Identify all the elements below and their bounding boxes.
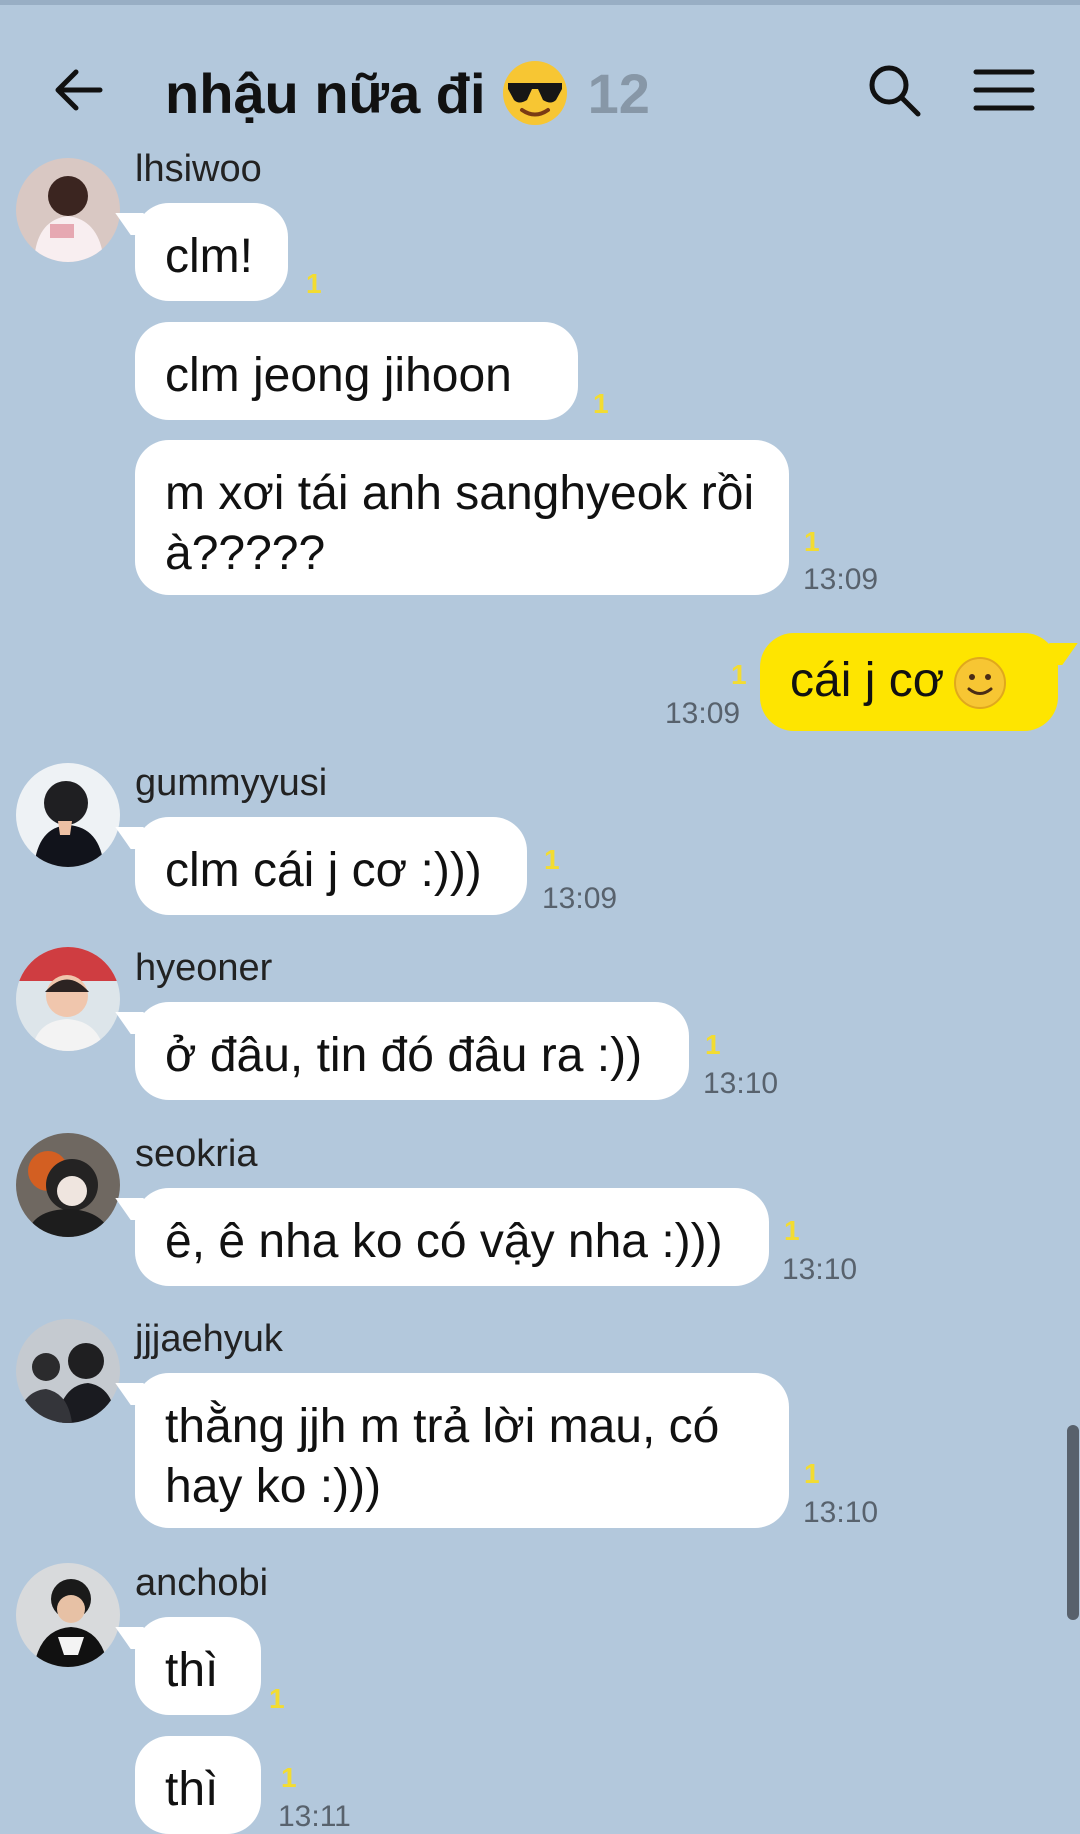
avatar-hyeoner[interactable] (16, 947, 120, 1051)
message-list[interactable]: lhsiwoo clm! 1 clm jeong jihoon 1 m xơi … (0, 148, 1080, 1834)
chat-header: nhậu nữa đi 12 (0, 5, 1080, 155)
message-bubble[interactable]: clm cái j cơ :))) (135, 817, 527, 915)
username-anchobi: anchobi (135, 1562, 269, 1604)
avatar-jjjaehyuk[interactable] (16, 1319, 120, 1423)
username-jjjaehyuk: jjjaehyuk (135, 1318, 283, 1360)
username-lhsiwoo: lhsiwoo (135, 148, 262, 190)
message-bubble[interactable]: thằng jjh m trả lời mau, có hay ko :))) (135, 1373, 789, 1528)
avatar-gummyyusi[interactable] (16, 763, 120, 867)
arrow-left-icon[interactable] (50, 60, 110, 120)
timestamp: 13:11 (278, 1800, 351, 1833)
chat-title: nhậu nữa đi 12 (165, 53, 650, 133)
username-hyeoner: hyeoner (135, 947, 273, 989)
unread-count: 1 (593, 388, 609, 419)
my-message-bubble[interactable]: cái j cơ (760, 633, 1058, 731)
timestamp: 13:09 (803, 563, 879, 596)
room-name: nhậu nữa đi (165, 61, 486, 125)
sunglasses-emoji-icon (502, 61, 567, 125)
unread-count: 1 (784, 1215, 800, 1246)
message-bubble[interactable]: m xơi tái anh sanghyeok rồi à????? (135, 440, 789, 595)
scrollbar-thumb[interactable] (1067, 1425, 1079, 1620)
message-bubble[interactable]: ở đâu, tin đó đâu ra :)) (135, 1002, 689, 1100)
message-bubble[interactable]: thì (135, 1736, 261, 1834)
unread-count: 1 (281, 1762, 297, 1793)
unread-count: 1 (705, 1029, 721, 1060)
avatar-seokria[interactable] (16, 1133, 120, 1237)
unread-count: 1 (804, 1458, 820, 1489)
timestamp: 13:10 (782, 1253, 858, 1286)
timestamp: 13:10 (803, 1496, 879, 1529)
timestamp: 13:10 (703, 1067, 779, 1100)
menu-icon[interactable] (972, 60, 1036, 120)
unread-count: 1 (804, 526, 820, 557)
smiling-emoji-icon (954, 657, 1007, 710)
search-icon[interactable] (864, 60, 924, 120)
avatar-anchobi[interactable] (16, 1563, 120, 1667)
timestamp: 13:09 (665, 697, 741, 730)
unread-count: 1 (269, 1683, 285, 1714)
avatar-lhsiwoo[interactable] (16, 158, 120, 262)
message-bubble[interactable]: ê, ê nha ko có vậy nha :))) (135, 1188, 769, 1286)
message-bubble[interactable]: clm! (135, 203, 288, 301)
username-seokria: seokria (135, 1133, 258, 1175)
message-bubble[interactable]: thì (135, 1617, 261, 1715)
message-bubble[interactable]: clm jeong jihoon (135, 322, 578, 420)
my-message-text: cái j cơ (790, 654, 945, 707)
member-count: 12 (587, 61, 650, 125)
username-gummyyusi: gummyyusi (135, 762, 328, 804)
unread-count: 1 (306, 268, 322, 299)
unread-count: 1 (544, 844, 560, 875)
timestamp: 13:09 (542, 882, 618, 915)
unread-count: 1 (731, 659, 747, 690)
